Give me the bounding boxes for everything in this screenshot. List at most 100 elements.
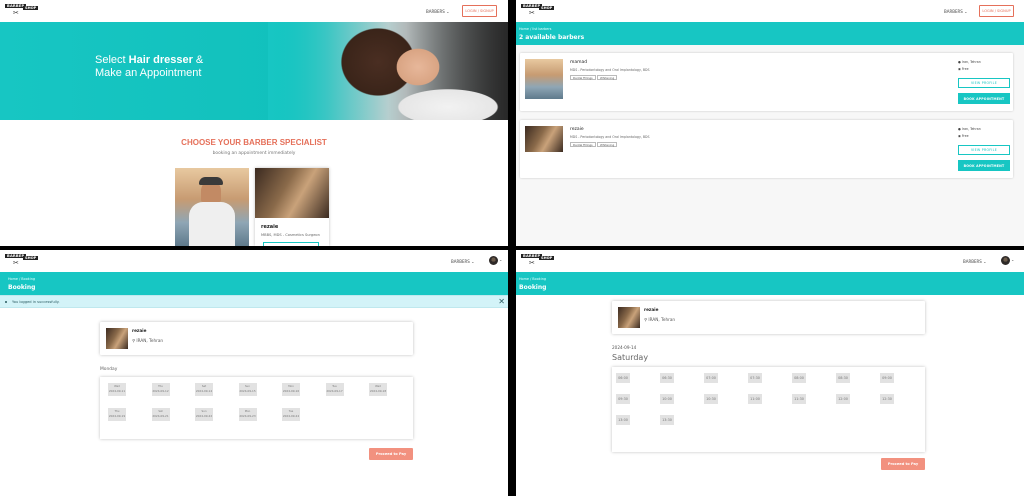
user-avatar[interactable] bbox=[1001, 256, 1010, 265]
chevron-down-icon[interactable]: ⌄ bbox=[1011, 257, 1014, 262]
date-slot[interactable]: Wed 2024-09-11 bbox=[108, 383, 126, 396]
date-slot[interactable]: Mon 2024-09-23 bbox=[238, 408, 257, 421]
barber-card-image[interactable] bbox=[175, 168, 249, 246]
time-slot[interactable]: 09:00 bbox=[880, 373, 894, 383]
logo[interactable]: BARBER SHOP ✂ bbox=[521, 254, 555, 268]
date-slot[interactable]: Sun 2024-09-22 bbox=[195, 408, 213, 421]
barbers-menu[interactable]: BARBERS ⌄ bbox=[944, 9, 967, 14]
slot-weekday: Sat bbox=[158, 410, 163, 413]
view-profile-button[interactable] bbox=[263, 242, 319, 246]
time-slot[interactable]: 08:30 bbox=[836, 373, 850, 383]
barbers-menu[interactable]: BARBERS ⌄ bbox=[963, 259, 986, 264]
breadcrumb[interactable]: Home / Booking bbox=[519, 277, 546, 281]
time-slot[interactable]: 12:30 bbox=[880, 394, 894, 404]
time-slot[interactable]: 11:00 bbox=[748, 394, 762, 404]
barber-location: ⚲ IRAN, Tehran bbox=[644, 317, 675, 322]
date-slot[interactable]: Sat 2024-09-21 bbox=[151, 408, 170, 421]
date-slot[interactable]: Wed 2024-09-18 bbox=[369, 383, 387, 396]
scissors-icon: ✂ bbox=[13, 259, 19, 267]
proceed-to-pay-button[interactable]: Proceed to Pay bbox=[369, 448, 413, 460]
chevron-down-icon[interactable]: ⌄ bbox=[499, 257, 502, 262]
slot-weekday: Mon bbox=[288, 385, 294, 388]
time-slot[interactable]: 13:30 bbox=[660, 415, 674, 425]
time-slot[interactable]: 07:30 bbox=[748, 373, 762, 383]
booking-time-panel: BARBER SHOP ✂ BARBERS ⌄ ⌄ Home / Booking… bbox=[516, 250, 1024, 496]
login-button[interactable]: LOGIN / SIGNUP bbox=[462, 5, 497, 17]
date-slot[interactable]: Tue 2024-09-24 bbox=[282, 408, 300, 421]
top-nav: BARBER SHOP ✂ BARBERS ⌄ ⌄ bbox=[516, 250, 1024, 272]
scissors-icon: ✂ bbox=[529, 259, 535, 267]
barber-photo bbox=[618, 307, 640, 328]
date-slot[interactable]: Sun 2024-09-15 bbox=[238, 383, 257, 396]
time-slot[interactable]: 11:30 bbox=[792, 394, 806, 404]
book-appointment-button[interactable]: BOOK APPOINTMENT bbox=[958, 93, 1010, 104]
time-slot[interactable]: 10:00 bbox=[660, 394, 674, 404]
slot-date: 2024-09-12 bbox=[152, 389, 169, 393]
hero-subline: Make an Appointment bbox=[95, 67, 202, 79]
barber-location: ● Iran, Tehran bbox=[958, 60, 981, 64]
time-slot[interactable]: 08:00 bbox=[792, 373, 806, 383]
time-slot[interactable]: 09:30 bbox=[616, 394, 630, 404]
time-slot[interactable]: 06:30 bbox=[660, 373, 674, 383]
time-slot[interactable]: 12:00 bbox=[836, 394, 850, 404]
view-profile-button[interactable]: VIEW PROFILE bbox=[958, 78, 1010, 88]
slot-weekday: Tue bbox=[288, 410, 294, 413]
logo[interactable]: BARBER SHOP ✂ bbox=[5, 4, 39, 18]
hero-image bbox=[268, 22, 508, 120]
slot-weekday: Thu bbox=[114, 410, 120, 413]
login-button[interactable]: LOGIN / SIGNUP bbox=[979, 5, 1014, 17]
slot-date: 2024-09-21 bbox=[152, 414, 169, 418]
logo[interactable]: BARBER SHOP ✂ bbox=[521, 4, 555, 18]
date-slot[interactable]: Thu 2024-09-12 bbox=[151, 383, 170, 396]
slot-weekday: Mon bbox=[244, 410, 251, 413]
barbers-menu[interactable]: BARBERS ⌄ bbox=[451, 259, 474, 264]
price-text: Free bbox=[961, 67, 969, 71]
map-pin-icon: ● bbox=[958, 60, 961, 64]
page-header: Home / Booking Booking bbox=[0, 272, 508, 295]
barber-photo[interactable] bbox=[525, 59, 563, 99]
slot-weekday: Thu bbox=[158, 385, 163, 388]
barber-name: rezaie bbox=[261, 224, 279, 230]
date-slot[interactable]: Thu 2024-09-19 bbox=[108, 408, 126, 421]
price-icon: ◉ bbox=[958, 67, 961, 71]
barber-photo[interactable] bbox=[525, 126, 563, 152]
slot-date: 2024-09-15 bbox=[239, 389, 256, 393]
breadcrumb[interactable]: Home / list barbers bbox=[519, 27, 551, 31]
barber-summary-card: rezaie ⚲ IRAN, Tehran bbox=[612, 301, 925, 334]
page-title: Booking bbox=[519, 284, 547, 291]
logo-word: SHOP bbox=[539, 256, 555, 260]
service-tag: Whitening bbox=[597, 75, 618, 80]
top-nav: BARBER SHOP ✂ BARBERS ⌄ LOGIN / SIGNUP bbox=[516, 0, 1024, 22]
slot-date: 2024-09-22 bbox=[195, 414, 213, 418]
price-icon: ◉ bbox=[958, 134, 961, 138]
time-slot[interactable]: 10:30 bbox=[704, 394, 718, 404]
barber-card[interactable]: rezaie MBBS, MDS - Cosmetics Surgeon bbox=[255, 168, 329, 246]
close-icon[interactable]: ✕ bbox=[498, 297, 505, 306]
logo[interactable]: BARBER SHOP ✂ bbox=[5, 254, 39, 268]
view-profile-button[interactable]: VIEW PROFILE bbox=[958, 145, 1010, 155]
breadcrumb[interactable]: Home / Booking bbox=[8, 277, 35, 281]
barber-name[interactable]: mamad bbox=[570, 60, 587, 65]
time-slot[interactable]: 06:00 bbox=[616, 373, 630, 383]
time-grid: 06:00 06:30 07:00 07:30 08:00 08:30 09:00 09:30… bbox=[612, 367, 925, 452]
slot-date: 2024-09-24 bbox=[282, 414, 300, 418]
user-avatar[interactable] bbox=[489, 256, 498, 265]
map-pin-icon: ⚲ bbox=[644, 317, 648, 322]
price-text: Free bbox=[961, 134, 969, 138]
proceed-to-pay-button[interactable]: Proceed to Pay bbox=[881, 458, 925, 470]
time-slot[interactable]: 13:00 bbox=[616, 415, 630, 425]
service-tag: Whitening bbox=[597, 142, 618, 147]
barber-name[interactable]: rezaie bbox=[570, 127, 584, 132]
date-slot[interactable]: Tue 2024-09-17 bbox=[325, 383, 344, 396]
hero-text-bold: Hair dresser bbox=[128, 54, 193, 66]
slot-date: 2024-09-11 bbox=[108, 389, 126, 393]
barbers-menu[interactable]: BARBERS ⌄ bbox=[426, 9, 449, 14]
date-slot[interactable]: Mon 2024-09-16 bbox=[282, 383, 300, 396]
time-slot[interactable]: 07:00 bbox=[704, 373, 718, 383]
alert-message: You logged in successfully. bbox=[12, 300, 60, 304]
slot-date: 2024-09-14 bbox=[195, 389, 213, 393]
book-appointment-button[interactable]: BOOK APPOINTMENT bbox=[958, 160, 1010, 171]
logo-word: SHOP bbox=[23, 256, 39, 260]
date-slot[interactable]: Sat 2024-09-14 bbox=[195, 383, 213, 396]
barber-specialty: MDS - Periodontology and Oral Implantolo… bbox=[570, 135, 650, 139]
